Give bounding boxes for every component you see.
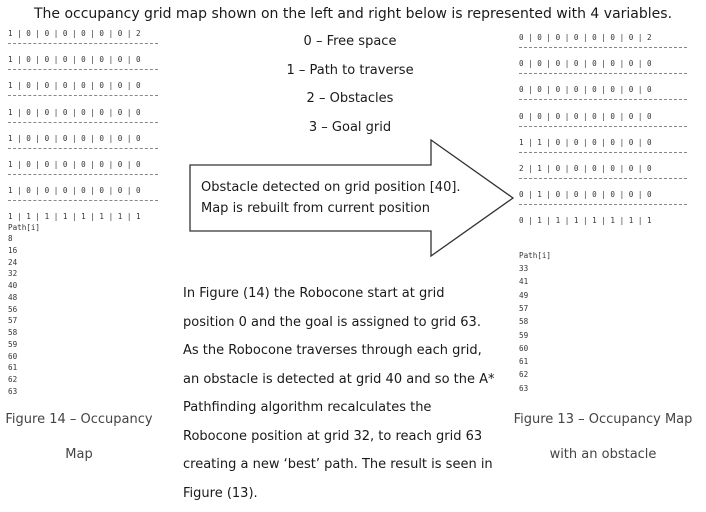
path-index: 58 xyxy=(8,328,18,337)
figure-14-caption-line1: Figure 14 – Occupancy xyxy=(5,412,153,427)
grid-divider xyxy=(519,47,687,48)
path-index: 56 xyxy=(8,304,18,314)
grid-divider xyxy=(519,99,687,101)
path-index: 57 xyxy=(519,303,529,313)
grid-divider xyxy=(8,147,158,149)
grid-row: 2 | 1 | 0 | 0 | 0 | 0 | 0 | 0 xyxy=(519,164,652,173)
arrow-callout-text: Obstacle detected on grid position [40].… xyxy=(201,177,471,219)
grid-row: 0 | 1 | 0 | 0 | 0 | 0 | 0 | 0 xyxy=(519,190,652,200)
path-index: 63 xyxy=(8,386,18,396)
grid-row: 1 | 0 | 0 | 0 | 0 | 0 | 0 | 0 xyxy=(8,81,141,91)
legend-free-space: 0 – Free space xyxy=(303,34,397,49)
grid-divider xyxy=(8,174,158,175)
figure-13-caption-line1: Figure 13 – Occupancy Map xyxy=(513,412,693,427)
path-index: 24 xyxy=(8,257,18,267)
paragraph-line: As the Robocone traverses through each g… xyxy=(183,343,482,358)
path-index: 48 xyxy=(8,292,18,302)
legend-obstacles: 2 – Obstacles xyxy=(306,91,394,106)
figure-14-caption-line2: Map xyxy=(65,447,93,462)
path-index: 61 xyxy=(519,357,529,367)
grid-row: 0 | 0 | 0 | 0 | 0 | 0 | 0 | 2 xyxy=(519,33,652,42)
grid-divider xyxy=(8,200,158,202)
path-index: 58 xyxy=(519,317,529,327)
path-index: 62 xyxy=(8,375,18,384)
grid-row: 1 | 0 | 0 | 0 | 0 | 0 | 0 | 0 xyxy=(8,186,141,196)
grid-divider xyxy=(519,178,687,179)
paragraph-line: Robocone position at grid 32, to reach g… xyxy=(183,428,483,444)
grid-row: 1 | 0 | 0 | 0 | 0 | 0 | 0 | 0 xyxy=(8,55,141,65)
path-index: 8 xyxy=(8,234,13,243)
grid-row: 1 | 0 | 0 | 0 | 0 | 0 | 0 | 2 xyxy=(8,29,141,38)
path-index: 16 xyxy=(8,245,18,255)
description-paragraph: In Figure (14) the Robocone start at gri… xyxy=(183,280,503,508)
path-index: 59 xyxy=(8,339,18,349)
paragraph-line: an obstacle is detected at grid 40 and s… xyxy=(183,371,495,387)
path-index: 41 xyxy=(519,277,529,287)
grid-divider xyxy=(519,204,687,206)
path-index: 49 xyxy=(519,290,529,300)
path-index: 62 xyxy=(519,370,529,380)
paragraph-line: position 0 and the goal is assigned to g… xyxy=(183,314,481,330)
grid-divider xyxy=(8,69,158,71)
grid-row: 0 | 1 | 1 | 1 | 1 | 1 | 1 | 1 xyxy=(519,216,652,226)
grid-row: 1 | 1 | 1 | 1 | 1 | 1 | 1 | 1 xyxy=(8,212,141,222)
paragraph-line: In Figure (14) the Robocone start at gri… xyxy=(183,286,445,301)
path-index: 60 xyxy=(519,343,529,353)
grid-divider xyxy=(519,125,687,127)
grid-row: 0 | 0 | 0 | 0 | 0 | 0 | 0 | 0 xyxy=(519,111,652,121)
paragraph-line: Pathfinding algorithm recalculates the xyxy=(183,400,432,415)
grid-row: 0 | 0 | 0 | 0 | 0 | 0 | 0 | 0 xyxy=(519,85,652,95)
grid-divider xyxy=(519,151,687,153)
grid-divider xyxy=(519,73,687,75)
figure-13-caption-line2: with an obstacle xyxy=(549,447,657,462)
grid-divider xyxy=(8,121,158,123)
path-index: 57 xyxy=(8,316,18,326)
arrow-text-line: Obstacle detected on grid position [40]. xyxy=(201,180,461,195)
path-index: 63 xyxy=(519,383,529,393)
path-index: 33 xyxy=(519,264,529,273)
grid-row: 1 | 0 | 0 | 0 | 0 | 0 | 0 | 0 xyxy=(8,160,141,169)
left-path-label: Path[i] xyxy=(8,223,41,232)
path-index: 61 xyxy=(8,363,18,373)
path-index: 60 xyxy=(8,351,18,361)
paragraph-line: Figure (13). xyxy=(183,485,258,501)
grid-row: 1 | 1 | 0 | 0 | 0 | 0 | 0 | 0 xyxy=(519,137,652,147)
path-index: 32 xyxy=(8,269,18,279)
grid-divider xyxy=(8,43,158,44)
grid-row: 0 | 0 | 0 | 0 | 0 | 0 | 0 | 0 xyxy=(519,59,652,69)
grid-row: 1 | 0 | 0 | 0 | 0 | 0 | 0 | 0 xyxy=(8,133,141,143)
arrow-text-line: Map is rebuilt from current position xyxy=(201,201,430,216)
page-heading: The occupancy grid map shown on the left… xyxy=(33,6,673,22)
legend-path: 1 – Path to traverse xyxy=(286,63,414,78)
path-index: 59 xyxy=(519,330,529,340)
right-path-label: Path[i] xyxy=(519,251,552,260)
paragraph-line: creating a new ‘best’ path. The result i… xyxy=(183,457,493,472)
grid-divider xyxy=(8,95,158,97)
legend-goal: 3 – Goal grid xyxy=(308,120,392,135)
grid-row: 1 | 0 | 0 | 0 | 0 | 0 | 0 | 0 xyxy=(8,107,141,117)
path-index: 40 xyxy=(8,281,18,290)
